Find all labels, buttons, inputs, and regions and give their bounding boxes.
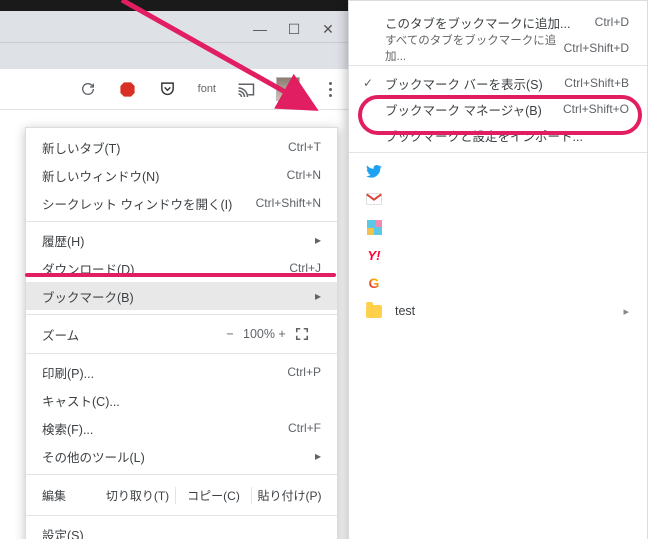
edit-cut-button[interactable]: 切り取り(T) [100,487,176,504]
main-menu: 新しいタブ(T)Ctrl+T 新しいウィンドウ(N)Ctrl+N シークレット … [25,127,338,539]
menu-item-find[interactable]: 検索(F)...Ctrl+F [26,414,337,442]
zoom-label: ズーム [42,325,217,344]
zoom-in-button[interactable]: + [269,327,295,341]
favicon-generic-icon [365,218,383,236]
gmail-icon [365,190,383,208]
zoom-out-button[interactable]: − [217,327,243,341]
submenu-arrow-icon: ▸ [315,233,321,247]
menu-separator [349,152,647,153]
menu-separator [26,314,337,315]
bookmark-folder-label: test [395,304,415,318]
submenu-item-show-bookmarks-bar[interactable]: ブックマーク バーを表示(S)Ctrl+Shift+B [349,70,647,96]
menu-item-bookmarks[interactable]: ブックマーク(B)▸ [26,282,337,310]
pocket-icon[interactable] [158,79,178,99]
bookmark-item-gmail[interactable] [349,185,647,213]
menu-separator [26,515,337,516]
fullscreen-icon[interactable] [295,327,321,341]
submenu-arrow-icon: ▸ [623,305,629,318]
twitter-icon [365,162,383,180]
yahoo-icon: Y! [365,246,383,264]
cast-icon[interactable] [236,79,256,99]
highlight-underline [25,273,336,277]
menu-item-cast[interactable]: キャスト(C)... [26,386,337,414]
titlebar: — ☐ ✕ [0,11,348,43]
bookmark-item-twitter[interactable] [349,157,647,185]
reload-icon[interactable] [78,79,98,99]
toolbar: font [0,69,348,110]
edit-label: 編集 [36,487,100,504]
menu-item-history[interactable]: 履歴(H)▸ [26,226,337,254]
menu-item-new-tab[interactable]: 新しいタブ(T)Ctrl+T [26,133,337,161]
zoom-level: 100% [243,327,269,341]
menu-item-zoom: ズーム − 100% + [26,319,337,349]
font-extension-icon[interactable]: font [198,83,216,95]
bookmark-item-google[interactable]: G [349,269,647,297]
bookmark-folder-test[interactable]: test ▸ [349,297,647,325]
menu-separator [26,221,337,222]
menu-separator [26,474,337,475]
kebab-menu-button[interactable] [320,75,340,103]
bookmark-item-generic[interactable] [349,213,647,241]
menu-item-more-tools[interactable]: その他のツール(L)▸ [26,442,337,470]
adblock-icon[interactable] [118,79,138,99]
tab-strip [0,43,348,69]
stage: — ☐ ✕ font 新しいタブ(T)Ctrl+T 新しいウィンド [0,0,648,539]
menu-item-incognito[interactable]: シークレット ウィンドウを開く(I)Ctrl+Shift+N [26,189,337,217]
submenu-arrow-icon: ▸ [315,449,321,463]
menu-item-new-window[interactable]: 新しいウィンドウ(N)Ctrl+N [26,161,337,189]
window-close-button[interactable]: ✕ [316,21,340,38]
menu-item-downloads[interactable]: ダウンロード(D)Ctrl+J [26,254,337,282]
bookmark-item-yahoo[interactable]: Y! [349,241,647,269]
window-minimize-button[interactable]: — [248,21,272,37]
menu-item-print[interactable]: 印刷(P)...Ctrl+P [26,358,337,386]
profile-avatar[interactable] [276,77,300,101]
google-icon: G [365,274,383,292]
submenu-arrow-icon: ▸ [315,289,321,303]
annotation-highlight-oval [358,95,642,135]
menu-separator [349,65,647,66]
window-maximize-button[interactable]: ☐ [282,21,306,38]
submenu-item-bookmark-all-tabs[interactable]: すべてのタブをブックマークに追加...Ctrl+Shift+D [349,35,647,61]
menu-separator [26,353,337,354]
menu-item-edit-row: 編集 切り取り(T) コピー(C) 貼り付け(P) [26,479,337,511]
bookmarks-submenu: このタブをブックマークに追加...Ctrl+D すべてのタブをブックマークに追加… [348,0,648,539]
edit-paste-button[interactable]: 貼り付け(P) [252,487,327,504]
folder-icon [365,302,383,320]
edit-copy-button[interactable]: コピー(C) [176,487,252,504]
menu-item-settings[interactable]: 設定(S) [26,520,337,539]
